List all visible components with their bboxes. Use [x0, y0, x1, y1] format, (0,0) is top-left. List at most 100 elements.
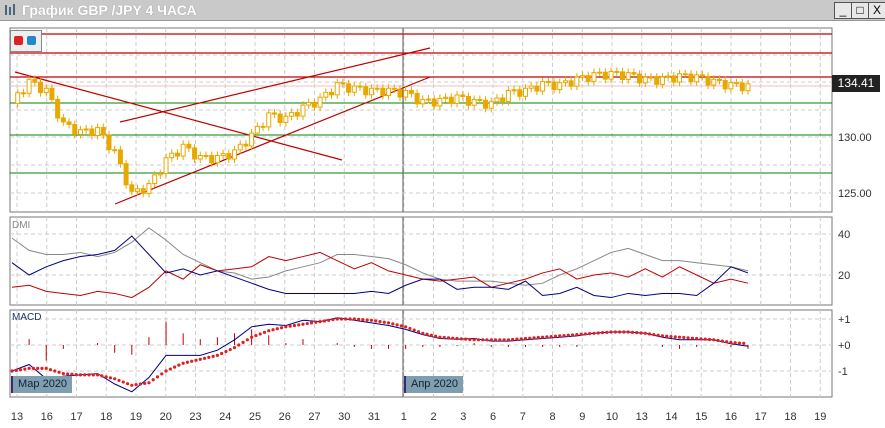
candle-body: [146, 182, 152, 194]
chart-canvas[interactable]: 130.00125.004020+1+0-113 16 17 18 19 20 23 24 25…: [0, 0, 885, 428]
signal-dot: [712, 338, 716, 342]
signal-dot: [583, 332, 587, 336]
signal-dot: [562, 333, 566, 338]
signal-dot: [271, 328, 275, 332]
signal-dot: [83, 373, 87, 377]
candle-body: [197, 154, 203, 160]
signal-dot: [104, 375, 108, 379]
signal-dot: [121, 380, 125, 384]
signal-dot: [44, 366, 48, 370]
candle-body: [386, 87, 392, 97]
signal-dot: [23, 367, 27, 371]
signal-dot: [404, 325, 408, 329]
signal-dot: [386, 321, 391, 325]
signal-dot: [408, 326, 412, 331]
candle-body: [465, 95, 471, 106]
candle-body: [38, 81, 44, 94]
signal-dot: [27, 366, 31, 370]
candle-body: [488, 101, 494, 109]
dmi-tick-label: 40: [838, 229, 850, 241]
signal-dot: [168, 367, 172, 371]
signal-dot: [74, 372, 78, 377]
signal-dot: [117, 378, 121, 383]
signal-dot: [339, 317, 344, 321]
candle-body: [60, 117, 66, 123]
signal-dot: [10, 369, 14, 373]
signal-dot: [716, 338, 720, 343]
signal-dot: [429, 333, 433, 337]
candle-body: [500, 97, 506, 103]
signal-dot: [297, 323, 301, 327]
date-tick-label: 3: [460, 411, 466, 423]
candle-body: [677, 73, 683, 83]
candle-body: [448, 96, 454, 104]
candle-body: [317, 96, 323, 108]
signal-dot: [485, 338, 489, 342]
candle-body: [705, 75, 711, 86]
signal-dot: [459, 337, 463, 341]
candle-body: [232, 149, 238, 160]
signal-dot: [314, 320, 318, 324]
signal-dot: [369, 318, 374, 322]
signal-dot: [301, 322, 305, 326]
candle-body: [551, 81, 557, 91]
candle-body: [671, 75, 677, 83]
candle-body: [83, 128, 89, 131]
date-tag-march: Мар 2020: [11, 376, 73, 393]
red-color-button[interactable]: [14, 36, 23, 45]
date-tick-label: 15: [695, 411, 707, 423]
candle-body: [443, 96, 449, 99]
date-tick-label: 19: [814, 411, 826, 423]
candle-body: [112, 149, 118, 152]
signal-dot: [202, 356, 207, 360]
signal-dot: [596, 331, 600, 335]
signal-dot: [344, 317, 348, 321]
signal-dot: [643, 331, 647, 335]
signal-dot: [695, 336, 699, 341]
candle-body: [619, 71, 625, 81]
candle-body: [140, 188, 146, 194]
signal-dot: [553, 334, 558, 338]
candle-body: [123, 163, 129, 186]
candle-body: [403, 90, 409, 98]
candle-body: [562, 80, 568, 84]
color-toggle[interactable]: [10, 30, 42, 52]
candle-body: [277, 113, 283, 123]
candle-body: [477, 98, 483, 101]
dmi-panel: [9, 216, 833, 306]
blue-color-button[interactable]: [27, 36, 36, 45]
candle-body: [249, 132, 255, 147]
candle-body: [334, 82, 340, 96]
candle-body: [716, 78, 722, 81]
signal-dot: [143, 381, 147, 385]
candle-body: [568, 80, 574, 87]
candle-body: [368, 87, 374, 96]
signal-dot: [309, 321, 314, 325]
signal-dot: [725, 340, 729, 344]
signal-dot: [125, 382, 130, 386]
signal-dot: [729, 340, 733, 344]
candle-body: [642, 76, 648, 84]
candle-body: [534, 85, 540, 92]
signal-dot: [609, 330, 613, 334]
candle-body: [300, 104, 306, 117]
signal-dot: [138, 382, 142, 386]
signal-dot: [523, 336, 528, 341]
signal-dot: [36, 366, 40, 370]
date-tick-label: 26: [279, 411, 291, 423]
candle-body: [329, 91, 335, 96]
candle-body: [271, 112, 277, 115]
signal-dot: [647, 332, 652, 336]
signal-dot: [600, 331, 605, 335]
candle-body: [66, 121, 72, 125]
date-tick-label: 27: [308, 411, 320, 423]
macd-tick-label: +0: [838, 340, 851, 352]
signal-dot: [378, 320, 382, 324]
signal-dot: [160, 372, 164, 376]
candle-body: [699, 74, 705, 77]
signal-dot: [331, 318, 335, 322]
candle-body: [745, 83, 751, 92]
signal-dot: [18, 368, 23, 372]
candle-body: [665, 75, 671, 78]
candle-body: [545, 81, 551, 84]
